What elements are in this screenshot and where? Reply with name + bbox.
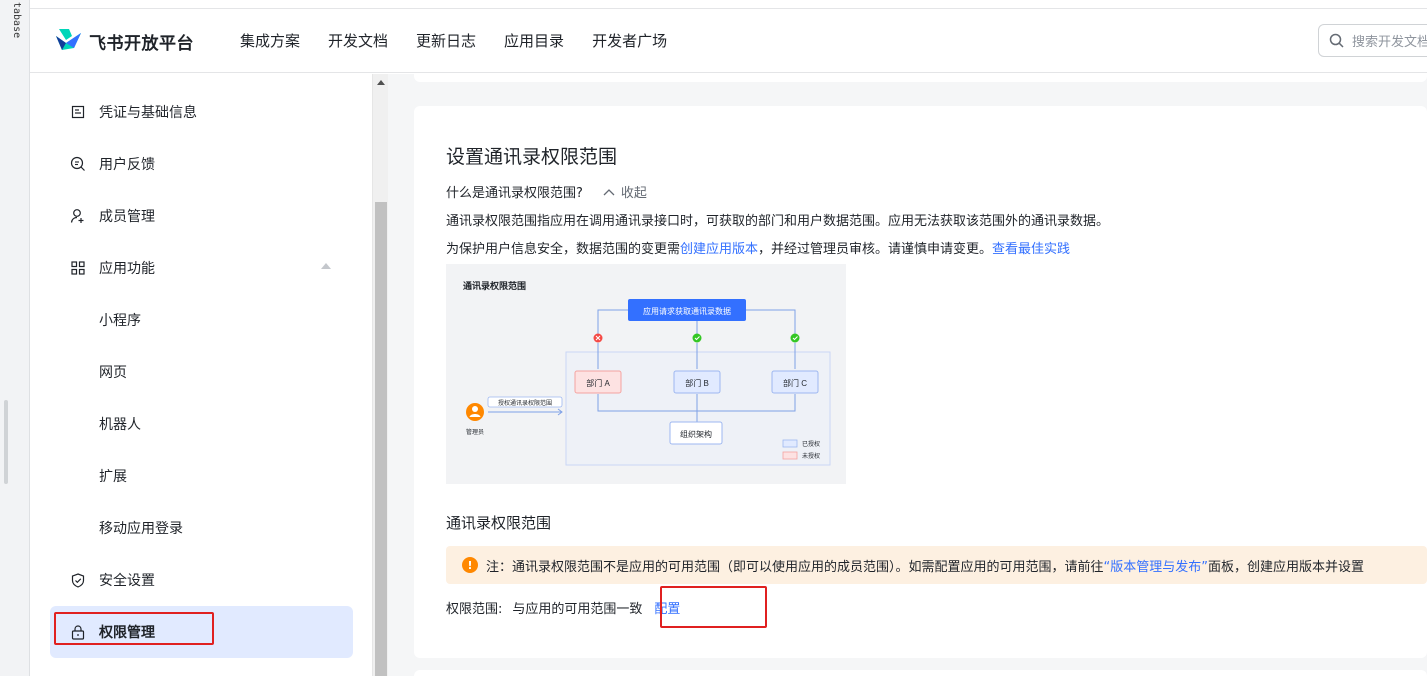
nav-app-directory[interactable]: 应用目录 xyxy=(504,30,564,51)
sidebar-item-bot[interactable]: 机器人 xyxy=(50,398,353,450)
sidebar: 凭证与基础信息 用户反馈 成员管理 应用功能 小程序 网页 机器人 扩展 移动应… xyxy=(30,74,372,676)
sidebar-item-extension[interactable]: 扩展 xyxy=(50,450,353,502)
sidebar-item-credentials[interactable]: 凭证与基础信息 xyxy=(50,86,353,138)
sidebar-item-label: 凭证与基础信息 xyxy=(99,105,197,121)
allow-icon xyxy=(692,333,702,343)
auth-scope-label: 授权通讯录权限范围 xyxy=(498,399,552,407)
credential-icon xyxy=(70,104,86,120)
sidebar-item-label: 扩展 xyxy=(99,469,127,485)
sidebar-item-mini-program[interactable]: 小程序 xyxy=(50,294,353,346)
nav-developer-square[interactable]: 开发者广场 xyxy=(592,30,667,51)
sidebar-item-label: 应用功能 xyxy=(99,261,155,277)
brand-name: 飞书开放平台 xyxy=(89,33,194,54)
diagram-title: 通讯录权限范围 xyxy=(463,280,526,291)
sidebar-item-label: 安全设置 xyxy=(99,573,155,589)
sidebar-item-label: 移动应用登录 xyxy=(99,521,183,537)
left-panel-strip: tabase xyxy=(0,0,30,676)
nav-integration[interactable]: 集成方案 xyxy=(240,30,300,51)
warning-notice: ! 注：通讯录权限范围不是应用的可用范围（即可以使用应用的成员范围）。如需配置应… xyxy=(446,546,1427,584)
dept-c-label: 部门 C xyxy=(783,378,807,388)
dept-a-label: 部门 A xyxy=(586,378,610,388)
sidebar-item-app-features[interactable]: 应用功能 xyxy=(50,242,353,294)
search-input[interactable]: 搜索开发文档 xyxy=(1318,24,1427,57)
allow-icon xyxy=(790,333,800,343)
vertical-tab-label[interactable]: tabase xyxy=(11,2,22,38)
highlight-box-permissions xyxy=(54,612,214,645)
scope-diagram-image: 通讯录权限范围 应用请求获取通讯录数据 部门 A 部门 B 部门 C 组织架构 … xyxy=(446,264,846,484)
feedback-icon xyxy=(70,156,86,172)
sidebar-item-feedback[interactable]: 用户反馈 xyxy=(50,138,353,190)
sidebar-item-mobile-login[interactable]: 移动应用登录 xyxy=(50,502,353,554)
description-text: 通讯录权限范围指应用在调用通讯录接口时，可获取的部门和用户数据范围。应用无法获取… xyxy=(446,214,1110,229)
faq-line: 什么是通讯录权限范围? 收起 xyxy=(446,182,647,201)
security-note: 为保护用户信息安全，数据范围的变更需创建应用版本，并经过管理员审核。请谨慎申请变… xyxy=(446,242,1071,257)
brand-logo[interactable]: 飞书开放平台 xyxy=(54,28,194,54)
chevron-up-icon[interactable] xyxy=(321,263,331,269)
sidebar-item-security[interactable]: 安全设置 xyxy=(50,554,353,606)
sidebar-item-label: 成员管理 xyxy=(99,209,155,225)
main-content: 设置通讯录权限范围 什么是通讯录权限范围? 收起 通讯录权限范围指应用在调用通讯… xyxy=(388,74,1427,676)
org-label: 组织架构 xyxy=(680,429,712,439)
search-icon xyxy=(1329,33,1344,48)
nav-changelog[interactable]: 更新日志 xyxy=(416,30,476,51)
create-version-link[interactable]: 创建应用版本 xyxy=(680,242,758,257)
faq-question: 什么是通讯录权限范围? xyxy=(446,186,583,201)
sidebar-item-label: 网页 xyxy=(99,365,127,381)
warning-icon: ! xyxy=(462,557,478,573)
scope-label: 权限范围: xyxy=(446,602,503,617)
sidebar-item-webpage[interactable]: 网页 xyxy=(50,346,353,398)
sidebar-item-label: 小程序 xyxy=(99,313,141,329)
scroll-up-arrow-icon[interactable] xyxy=(377,80,385,85)
sidebar-scrollbar[interactable] xyxy=(372,74,388,676)
scrollbar-thumb[interactable] xyxy=(375,202,387,676)
legend-unauthorized: 未授权 xyxy=(802,452,820,460)
member-icon xyxy=(70,208,86,224)
search-placeholder: 搜索开发文档 xyxy=(1352,35,1427,50)
version-management-link[interactable]: “版本管理与发布” xyxy=(1104,556,1208,575)
chevron-up-icon xyxy=(603,188,615,195)
section-title: 通讯录权限范围 xyxy=(446,514,552,532)
grid-icon xyxy=(70,260,86,276)
dept-b-label: 部门 B xyxy=(685,378,709,388)
shield-icon xyxy=(70,572,86,588)
admin-label: 管理员 xyxy=(466,428,484,436)
main-nav: 集成方案 开发文档 更新日志 应用目录 开发者广场 xyxy=(240,30,695,51)
page-title: 设置通讯录权限范围 xyxy=(446,146,618,168)
top-header: 飞书开放平台 集成方案 开发文档 更新日志 应用目录 开发者广场 搜索开发文档 xyxy=(30,0,1427,73)
sidebar-item-label: 用户反馈 xyxy=(99,157,155,173)
best-practice-link[interactable]: 查看最佳实践 xyxy=(992,242,1070,257)
sidebar-item-label: 机器人 xyxy=(99,417,141,433)
contact-scope-card: 设置通讯录权限范围 什么是通讯录权限范围? 收起 通讯录权限范围指应用在调用通讯… xyxy=(414,106,1427,658)
collapse-toggle[interactable]: 收起 xyxy=(603,182,647,201)
feishu-logo-icon xyxy=(56,29,81,50)
scope-setting-row: 权限范围: 与应用的可用范围一致 配置 xyxy=(446,598,680,617)
request-box-label: 应用请求获取通讯录数据 xyxy=(643,306,731,316)
scope-value: 与应用的可用范围一致 xyxy=(512,602,643,617)
resize-handle[interactable] xyxy=(4,400,8,484)
legend-authorized: 已授权 xyxy=(802,440,820,448)
highlight-box-config xyxy=(660,586,767,628)
collapse-label: 收起 xyxy=(620,186,647,201)
sidebar-item-members[interactable]: 成员管理 xyxy=(50,190,353,242)
nav-docs[interactable]: 开发文档 xyxy=(328,30,388,51)
